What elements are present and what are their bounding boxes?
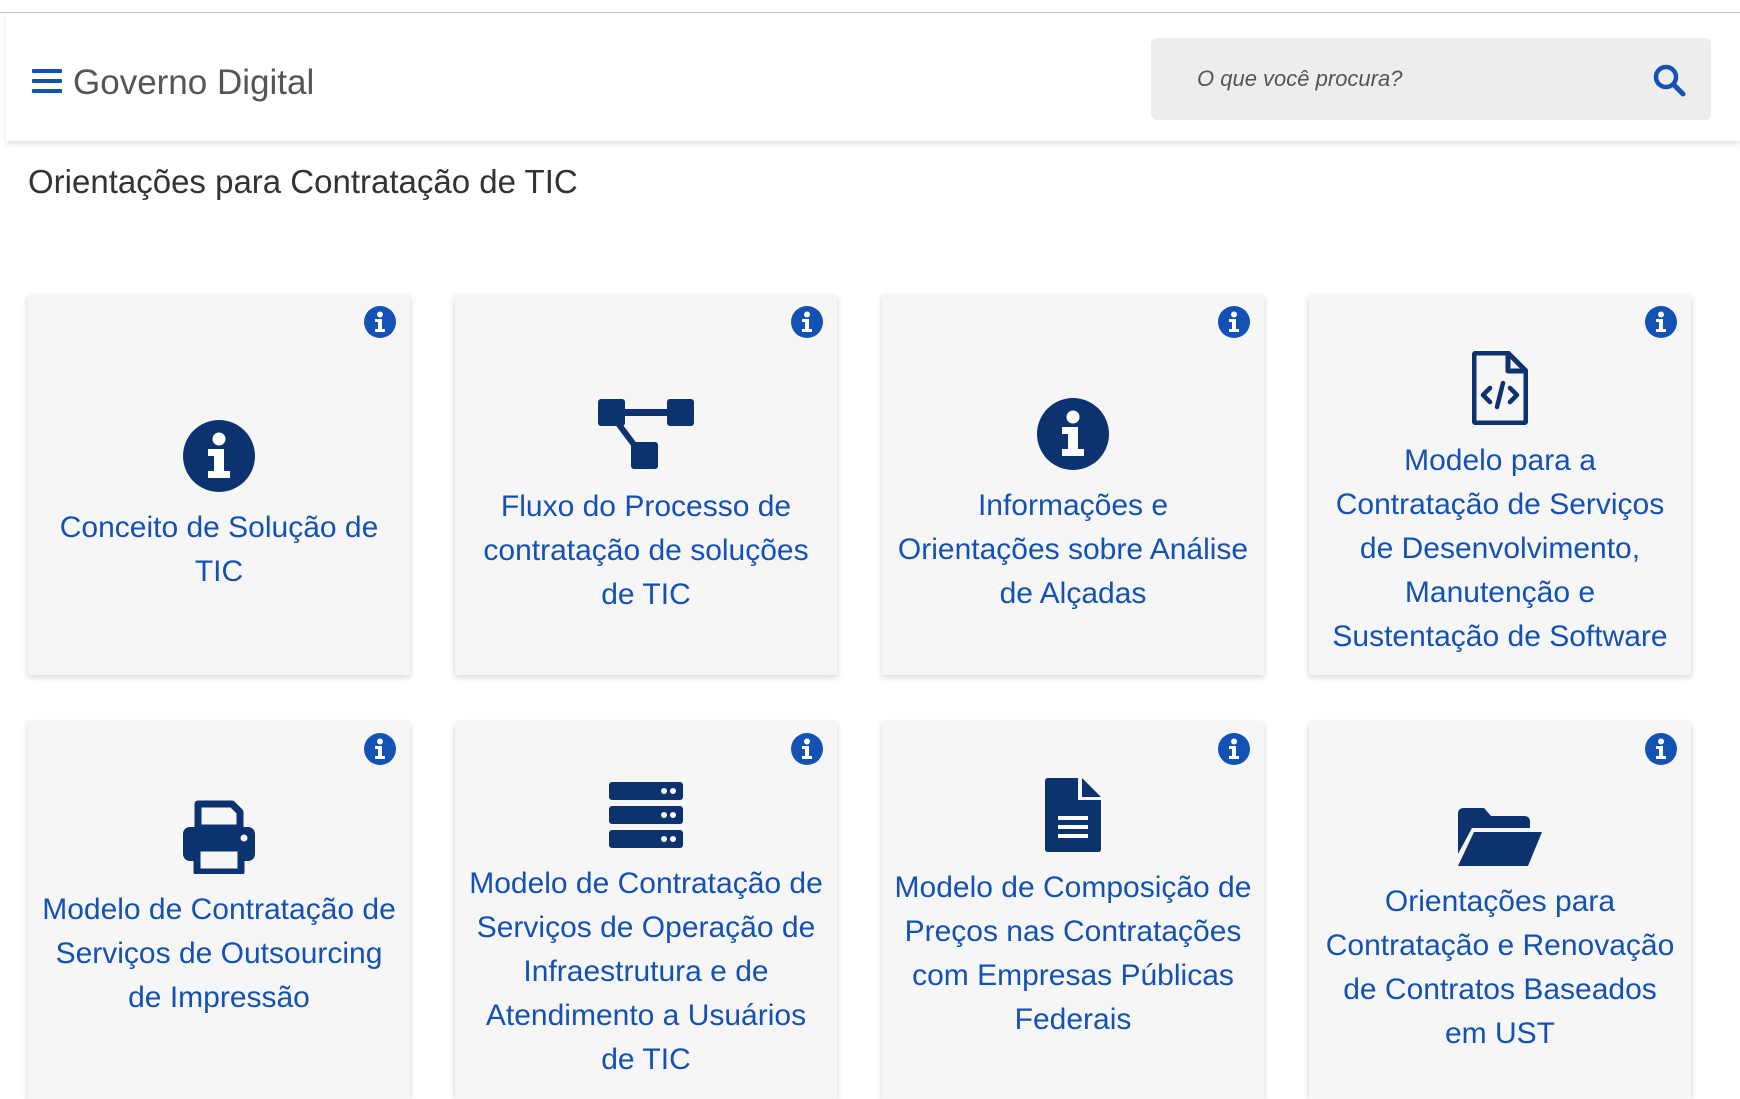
printer-icon <box>183 800 255 874</box>
info-icon[interactable] <box>364 306 396 338</box>
card-label: Modelo de Composição de Preços nas Contr… <box>894 871 1252 1036</box>
info-icon[interactable] <box>1645 733 1677 765</box>
card-label: Modelo para a Contratação de Serviços de… <box>1332 444 1668 653</box>
sitemap-icon <box>598 399 694 469</box>
card-label: Fluxo do Processo de contratação de solu… <box>483 490 809 611</box>
folder-open-icon <box>1458 808 1542 866</box>
card-renovacao-contratos-ust[interactable]: Orientações para Contratação e Renovação… <box>1309 722 1691 1099</box>
search-bar <box>1151 38 1711 120</box>
card-label: Informações e Orientações sobre Análise … <box>897 489 1249 610</box>
search-icon[interactable] <box>1651 62 1687 98</box>
page-title: Orientações para Contratação de TIC <box>28 163 578 200</box>
info-icon[interactable] <box>1218 733 1250 765</box>
card-label: Modelo de Contratação de Serviços de Out… <box>42 893 396 1014</box>
hamburger-menu-icon[interactable] <box>28 63 62 97</box>
info-circle-icon <box>183 420 255 492</box>
info-icon[interactable] <box>364 733 396 765</box>
card-conceito-solucao-tic[interactable]: Conceito de Solução de TIC <box>28 295 410 675</box>
card-label: Conceito de Solução de TIC <box>59 511 379 588</box>
card-modelo-desenvolvimento-software[interactable]: Modelo para a Contratação de Serviços de… <box>1309 295 1691 675</box>
search-input[interactable] <box>1197 38 1627 120</box>
card-fluxo-processo[interactable]: Fluxo do Processo de contratação de solu… <box>455 295 837 675</box>
info-icon[interactable] <box>1218 306 1250 338</box>
card-outsourcing-impressao[interactable]: Modelo de Contratação de Serviços de Out… <box>28 722 410 1099</box>
card-label: Orientações para Contratação e Renovação… <box>1325 885 1675 1050</box>
info-icon[interactable] <box>1645 306 1677 338</box>
card-label: Modelo de Contratação de Serviços de Ope… <box>469 867 823 1076</box>
file-code-icon <box>1472 351 1528 425</box>
info-circle-icon <box>1037 398 1109 470</box>
info-icon[interactable] <box>791 733 823 765</box>
card-analise-alcadas[interactable]: Informações e Orientações sobre Análise … <box>882 295 1264 675</box>
card-composicao-precos[interactable]: Modelo de Composição de Preços nas Contr… <box>882 722 1264 1099</box>
site-header: Governo Digital <box>6 13 1740 141</box>
site-title[interactable]: Governo Digital <box>73 65 314 100</box>
server-icon <box>609 782 683 848</box>
file-text-icon <box>1045 778 1101 852</box>
info-icon[interactable] <box>791 306 823 338</box>
card-operacao-infraestrutura[interactable]: Modelo de Contratação de Serviços de Ope… <box>455 722 837 1099</box>
